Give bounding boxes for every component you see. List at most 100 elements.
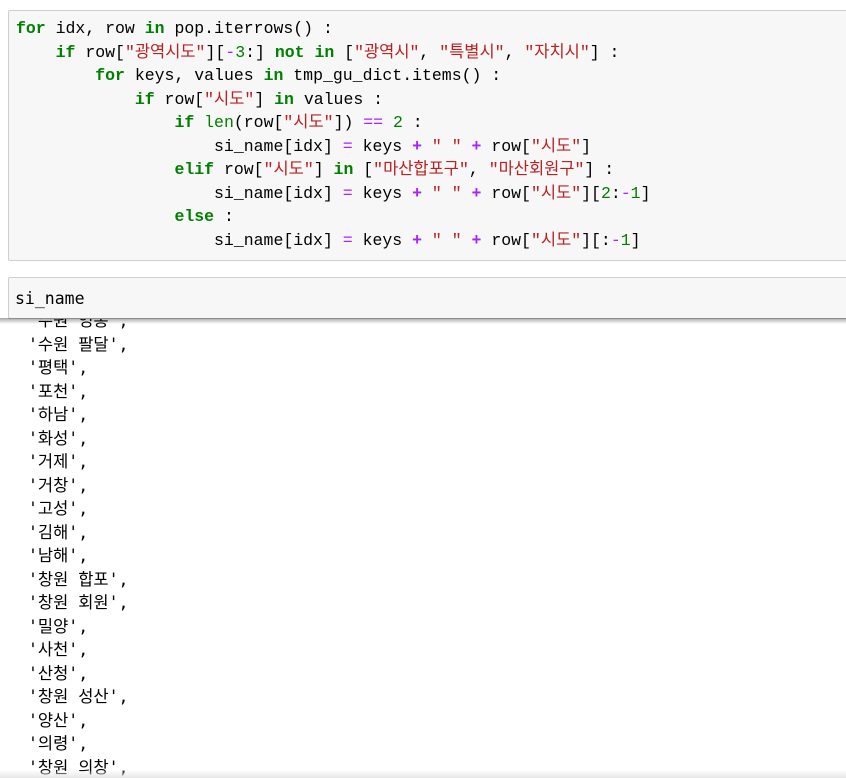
code-token: si_name[idx] xyxy=(16,136,343,156)
code-token: " " xyxy=(431,183,462,203)
code-token: "시도" xyxy=(530,136,582,156)
output-line: '창원 성산', xyxy=(28,687,129,706)
code-token: row[ xyxy=(481,136,531,156)
output-line: '수원 팔달', xyxy=(28,334,129,354)
code-line: si_name[idx] = keys + " " + row["시도"][:-… xyxy=(16,229,846,253)
code-token: ] xyxy=(630,230,641,250)
code-token: "마산회원구" xyxy=(488,160,585,179)
output-line: '고성', xyxy=(28,499,89,518)
code-token: ] xyxy=(313,160,334,179)
code-token: in xyxy=(263,66,284,85)
code-token: if xyxy=(55,42,76,62)
code-token: : xyxy=(610,183,621,203)
scroll-shadow xyxy=(0,318,846,324)
code-token: "시도" xyxy=(530,183,582,203)
code-token: + xyxy=(471,183,482,203)
output-line: '밀양', xyxy=(28,616,89,636)
code-token: tmp_gu_dict.items() : xyxy=(283,66,502,85)
output-line: '평택', xyxy=(28,358,89,377)
code-token: - xyxy=(610,230,621,250)
code-token: keys xyxy=(352,183,413,203)
code-token: 1 xyxy=(630,183,641,203)
code-token: = xyxy=(342,136,353,156)
code-token: for xyxy=(95,66,125,85)
code-token: + xyxy=(412,183,422,203)
code-token: ] xyxy=(254,89,275,109)
code-token: (row[ xyxy=(233,113,284,132)
code-token: si_name[idx] xyxy=(16,230,343,250)
input-cell[interactable]: si_name xyxy=(8,277,846,319)
code-token: :] xyxy=(245,42,275,62)
code-token: si_name[idx] xyxy=(16,183,343,203)
code-line: if row["광역시도"][-3:] not in ["광역시", "특별시"… xyxy=(16,41,846,65)
code-token: : xyxy=(402,113,423,132)
code-token: ] xyxy=(581,136,592,156)
output-line: '김해', xyxy=(28,522,89,542)
input-cell-code[interactable]: si_name xyxy=(15,288,85,310)
code-token: else xyxy=(174,207,215,226)
scroll-fade xyxy=(0,770,846,778)
output-line: '산청', xyxy=(28,663,89,683)
code-token: idx, row xyxy=(45,19,145,38)
code-token: "시도" xyxy=(530,230,582,250)
code-token: - xyxy=(225,42,236,62)
code-token: in xyxy=(274,89,294,109)
code-token: "시도" xyxy=(263,160,314,179)
code-token: 1 xyxy=(620,230,631,250)
code-token: + xyxy=(412,230,422,250)
code-line: for idx, row in pop.iterrows() : xyxy=(16,17,846,41)
code-cell[interactable]: for idx, row in pop.iterrows() : if row[… xyxy=(8,10,846,261)
code-token: ] xyxy=(640,183,651,203)
code-token: "자치시" xyxy=(524,42,590,62)
output-line: '남해', xyxy=(28,546,89,565)
code-token: + xyxy=(471,230,482,250)
code-token: values : xyxy=(293,89,384,109)
code-token: , xyxy=(504,42,525,62)
code-token: ] : xyxy=(584,160,615,179)
output-list: '수원 영통', '수원 팔달', '평택', '포천', '하남', '화성', '거제'… xyxy=(28,319,128,778)
code-token: elif xyxy=(174,160,215,179)
output-line: '창원 합포', xyxy=(28,569,129,589)
code-token: : xyxy=(214,207,234,226)
output-line: '양산', xyxy=(28,710,89,730)
code-token: [ xyxy=(353,160,374,179)
code-line: if len(row["시도"]) == 2 : xyxy=(16,111,846,135)
code-token: pop.iterrows() : xyxy=(164,19,333,38)
code-line: si_name[idx] = keys + " " + row["시도"] xyxy=(16,135,846,159)
output-line: '사천', xyxy=(28,640,89,659)
code-token: row[ xyxy=(214,160,264,179)
code-token: ][ xyxy=(205,42,226,62)
code-token: "마산합포구" xyxy=(373,160,469,179)
code-token: 2 xyxy=(600,183,611,203)
code-token: = xyxy=(342,230,353,250)
output-line: '거창', xyxy=(28,475,89,495)
code-token: in xyxy=(333,160,354,179)
code-token: ][ xyxy=(581,183,601,203)
code-token: if xyxy=(134,89,155,109)
output-area[interactable]: '수원 영통', '수원 팔달', '평택', '포천', '하남', '화성', '거제'… xyxy=(0,319,846,778)
code-token: == xyxy=(363,113,384,132)
code-token: not xyxy=(274,42,305,62)
code-token: ] : xyxy=(589,42,620,62)
code-token: for xyxy=(16,19,46,38)
code-token: 3 xyxy=(235,42,246,62)
code-token: = xyxy=(342,183,353,203)
code-editor[interactable]: for idx, row in pop.iterrows() : if row[… xyxy=(9,11,846,252)
code-token: keys, values xyxy=(124,66,264,85)
code-token: + xyxy=(471,136,482,156)
output-line: '거제', xyxy=(28,452,89,471)
code-token: row[ xyxy=(481,230,531,250)
code-token: 2 xyxy=(393,113,403,132)
